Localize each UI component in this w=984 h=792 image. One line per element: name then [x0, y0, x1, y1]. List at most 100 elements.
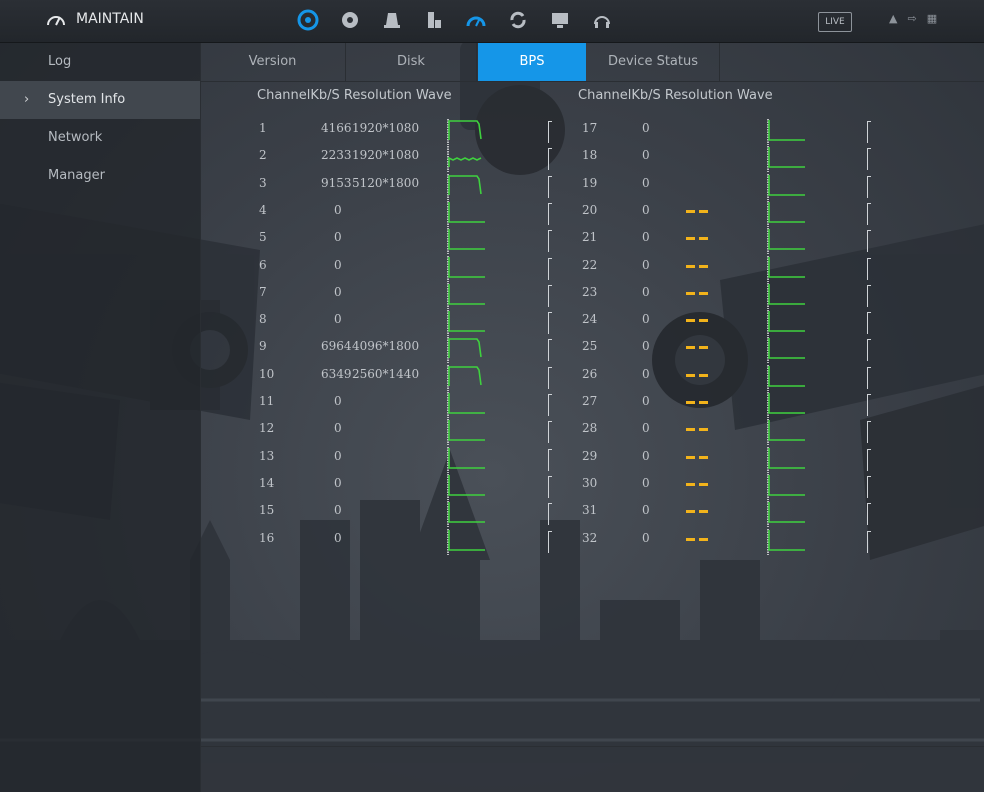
bitrate-wave	[767, 473, 805, 500]
channel-number: 10	[259, 366, 275, 381]
kbps-value: 0	[334, 202, 342, 217]
no-signal-dash	[686, 401, 708, 404]
sidebar-item-network[interactable]: Network	[0, 119, 200, 157]
bitrate-wave	[767, 146, 805, 173]
live-button[interactable]: LIVE	[818, 12, 852, 32]
channel-number: 5	[259, 230, 267, 245]
bitrate-wave	[767, 282, 805, 309]
sidebar-item-label: Log	[48, 54, 72, 69]
channel-number: 17	[582, 121, 598, 135]
table-row: 30 0	[540, 473, 984, 500]
kbps-value: 0	[642, 530, 650, 545]
table-row: 25 0	[540, 336, 984, 364]
table-row: 2 2233 1920*1080	[200, 145, 552, 173]
table-header-right: ChannelKb/S Resolution Wave	[578, 88, 773, 103]
bitrate-wave	[767, 255, 805, 282]
kbps-value: 0	[642, 503, 650, 518]
chevron-right-icon: ›	[24, 92, 30, 107]
kbps-value: 0	[642, 475, 650, 490]
bitrate-wave	[767, 310, 805, 337]
channel-number: 15	[259, 503, 275, 518]
network-icon[interactable]	[296, 8, 320, 32]
maintain-icon[interactable]	[464, 8, 488, 32]
top-bar: MAINTAIN LIVE ▲ ⇨ ▦	[0, 0, 984, 43]
kbps-value: 0	[334, 475, 342, 490]
table-row: 70	[200, 282, 552, 309]
app-title: MAINTAIN	[76, 11, 144, 27]
bitrate-wave	[767, 419, 805, 446]
kbps-value: 0	[642, 366, 650, 381]
maintain-brand[interactable]: MAINTAIN	[46, 11, 144, 27]
camera-icon[interactable]	[338, 8, 362, 32]
channel-number: 25	[582, 339, 598, 354]
table-row: 26 0	[540, 364, 984, 391]
channel-number: 1	[259, 121, 267, 135]
bitrate-wave	[767, 228, 805, 255]
bitrate-wave	[447, 501, 485, 528]
channel-number: 22	[582, 257, 598, 272]
kbps-value: 0	[642, 175, 650, 190]
wave-scale-bracket	[867, 148, 871, 171]
bitrate-wave	[447, 364, 482, 391]
sidebar-item-log[interactable]: Log	[0, 43, 200, 81]
user-icon[interactable]: ▲	[889, 12, 897, 25]
kbps-value: 0	[334, 421, 342, 436]
channel-number: 3	[259, 175, 267, 190]
sidebar-item-manager[interactable]: Manager	[0, 157, 200, 195]
channel-number: 29	[582, 448, 598, 463]
channel-number: 30	[582, 475, 598, 490]
tab-device-status[interactable]: Device Status	[587, 43, 719, 81]
no-signal-dash	[686, 291, 708, 295]
resolution-value: 4096*1800	[352, 339, 420, 354]
channel-number: 14	[259, 475, 275, 490]
bitrate-wave	[767, 200, 805, 227]
table-row: 50	[200, 227, 552, 255]
wave-scale-bracket	[867, 530, 871, 553]
kbps-value: 0	[642, 257, 650, 272]
wave-scale-bracket	[867, 121, 871, 143]
audio-icon[interactable]	[590, 8, 614, 32]
wave-scale-bracket	[867, 366, 871, 389]
bitrate-wave	[447, 146, 482, 173]
channel-number: 18	[582, 148, 598, 163]
table-row: 28 0	[540, 418, 984, 446]
channel-number: 6	[259, 257, 267, 272]
backup-icon[interactable]	[506, 8, 530, 32]
wave-scale-bracket	[867, 312, 871, 335]
device-icon[interactable]	[422, 8, 446, 32]
table-row: 12 0	[200, 418, 552, 446]
kbps-value: 0	[642, 121, 650, 135]
tab-divider	[719, 43, 720, 81]
storage-icon[interactable]	[380, 8, 404, 32]
table-row: 15 0	[200, 500, 552, 528]
resolution-value: 2560*1440	[352, 366, 420, 381]
tab-version[interactable]: Version	[200, 43, 345, 81]
bitrate-wave	[447, 173, 482, 200]
table-row: 9 6964 4096*1800	[200, 336, 552, 364]
wave-scale-bracket	[867, 421, 871, 444]
table-row: 18 0	[540, 145, 984, 173]
channel-number: 28	[582, 421, 598, 436]
kbps-value: 9153	[321, 175, 352, 190]
table-row: 23 0	[540, 282, 984, 309]
kbps-value: 0	[642, 284, 650, 299]
wave-scale-bracket	[867, 230, 871, 253]
gauge-icon	[47, 16, 65, 26]
wave-scale-bracket	[867, 339, 871, 362]
tab-disk[interactable]: Disk	[346, 43, 476, 81]
kbps-value: 0	[642, 202, 650, 217]
table-row: 27 0	[540, 391, 984, 418]
grid-icon[interactable]: ▦	[927, 12, 937, 25]
kbps-value: 0	[642, 230, 650, 245]
tab-bps[interactable]: BPS	[478, 43, 586, 81]
table-row: 31 0	[540, 500, 984, 528]
table-row: 32 0	[540, 528, 984, 555]
logout-icon[interactable]: ⇨	[907, 12, 916, 25]
sidebar-item-system-info[interactable]: › System Info	[0, 81, 200, 119]
tab-bar: Version Disk BPS Device Status	[200, 43, 984, 82]
kbps-value: 0	[642, 339, 650, 354]
bitrate-wave	[447, 310, 485, 337]
table-row: 14 0	[200, 473, 552, 500]
kbps-value: 0	[334, 230, 342, 245]
display-icon[interactable]	[548, 8, 572, 32]
